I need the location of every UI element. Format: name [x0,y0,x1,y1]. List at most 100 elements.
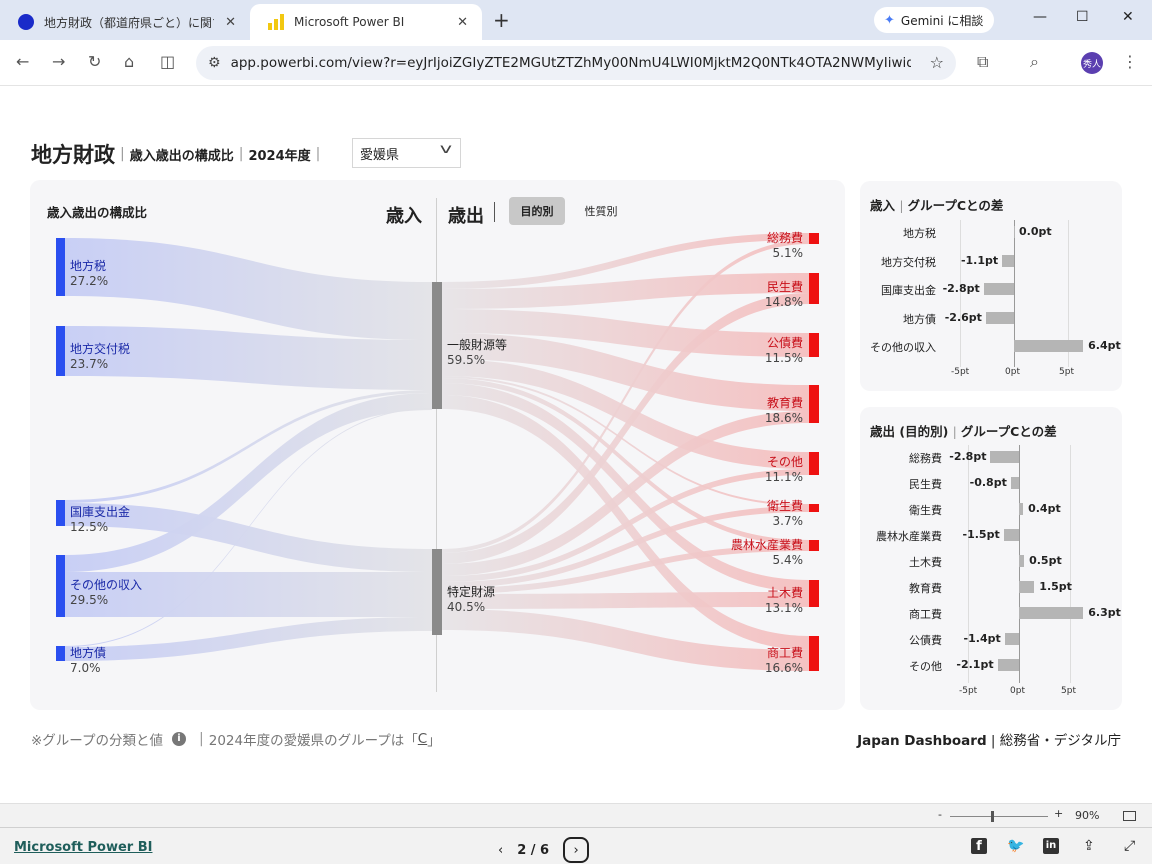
diff-bar[interactable] [1002,254,1014,267]
bar-category-label: 地方交付税 [881,255,936,269]
minimize-icon[interactable]: — [1033,9,1047,25]
bar-category-label: 総務費 [909,452,942,465]
site-favicon-icon [18,14,34,30]
bar-value-label: 6.4pt [1088,339,1121,352]
diff-bar[interactable] [1003,529,1019,541]
diff-bar[interactable] [1019,503,1024,515]
sankey-node-expenditure[interactable] [809,385,819,423]
sankey-node-expenditure[interactable] [809,233,819,244]
new-tab-icon[interactable]: + [493,8,510,32]
gemini-button[interactable]: ✦ Gemini に相談 [874,7,994,33]
twitter-icon[interactable]: 🐦 [1007,838,1024,854]
page-indicator: 2 / 6 [517,842,550,858]
sankey-label-name: 商工費 [766,646,803,660]
sankey-label-name: 総務費 [766,231,803,245]
group-link[interactable]: C [418,731,427,747]
sankey-chart [56,233,819,671]
diff-bar[interactable] [1004,633,1019,645]
linkedin-icon[interactable]: in [1043,838,1059,854]
bookmark-star-icon[interactable]: ☆ [930,53,944,72]
bar-value-label: -2.8pt [942,282,980,295]
diff-bar[interactable] [1014,226,1015,238]
zoom-slider[interactable] [950,816,1048,817]
prev-page-icon[interactable]: ‹ [498,843,503,858]
share-icon[interactable]: ⇪ [1083,838,1099,854]
sankey-node-middle[interactable] [432,549,442,635]
diff-bar[interactable] [990,451,1019,463]
sankey-node-expenditure[interactable] [809,504,819,512]
sankey-node-expenditure[interactable] [809,333,819,357]
sankey-node-revenue[interactable] [56,555,65,617]
diff-bar[interactable] [985,311,1014,324]
next-page-button[interactable]: › [563,837,590,863]
sankey-node-revenue[interactable] [56,500,65,526]
bar-value-label: 0.4pt [1028,502,1061,515]
address-bar: ← → ↻ ⌂ ◫ ⚙ app.powerbi.com/view?r=eyJrI… [0,40,1152,86]
year-label: 2024年度 [248,148,311,164]
diff-bar[interactable] [1019,607,1084,619]
title-separator: | [238,146,244,162]
sankey-label-name: 農林水産業費 [730,538,803,552]
sankey-node-expenditure[interactable] [809,452,819,475]
bar-value-label: 0.5pt [1029,554,1062,567]
prefecture-value: 愛媛県 [360,147,400,163]
diff-bar[interactable] [983,283,1014,295]
diff-bar[interactable] [1019,581,1035,593]
close-tab-icon[interactable]: ✕ [225,15,236,30]
menu-icon[interactable]: ⋮ [1122,52,1138,71]
zoom-out-button[interactable]: - [938,808,942,821]
url-field[interactable]: ⚙ app.powerbi.com/view?r=eyJrIjoiZGIyZTE… [196,46,956,80]
zoom-in-button[interactable]: + [1054,807,1063,820]
sankey-label: 教育費 18.6% [765,396,803,426]
sankey-label-name: その他 [766,455,803,469]
bar-value-label: -1.4pt [963,632,1001,645]
bar-category-label: 衛生費 [909,504,942,517]
powerbi-link[interactable]: Microsoft Power BI [14,840,152,855]
diff-bar[interactable] [997,659,1019,671]
prefecture-dropdown[interactable]: 愛媛県 v [352,138,461,168]
page-title: 地方財政 [31,143,115,167]
sankey-node-expenditure[interactable] [809,580,819,607]
sankey-label: 公債費 11.5% [765,336,803,366]
split-view-icon[interactable]: ◫ [160,52,175,71]
back-icon[interactable]: ← [16,52,29,71]
sankey-node-expenditure[interactable] [809,636,819,671]
sankey-node-expenditure[interactable] [809,540,819,551]
avatar[interactable]: 秀人 [1081,52,1103,74]
axis-tick-label: -5pt [959,686,978,696]
sankey-label-name: 国庫支出金 [70,505,131,519]
sankey-label: 民生費 14.8% [765,280,803,310]
facebook-icon[interactable]: f [971,838,987,854]
fit-page-icon[interactable] [1123,811,1136,821]
page-subtitle: 歳入歳出の構成比 [129,148,234,164]
home-icon[interactable]: ⌂ [124,52,134,71]
sankey-label-value: 23.7% [70,357,109,371]
browser-tab-1[interactable]: 地方財政（都道府県ごと）に関する ✕ [0,4,250,40]
close-tab-icon[interactable]: ✕ [457,15,468,30]
maximize-icon[interactable]: ☐ [1076,9,1089,25]
zoom-slider-thumb[interactable] [991,811,994,822]
sankey-node-revenue[interactable] [56,326,65,376]
fullscreen-icon[interactable]: ⤢ [1124,838,1140,854]
sankey-node-revenue[interactable] [56,238,65,296]
sankey-node-expenditure[interactable] [809,273,819,304]
browser-tab-2[interactable]: Microsoft Power BI ✕ [250,4,482,40]
close-window-icon[interactable]: ✕ [1122,9,1134,25]
tab-search-icon[interactable]: ⌕ [1030,52,1039,72]
sankey-label-name: 教育費 [766,396,803,410]
diff-bar[interactable] [1014,340,1084,352]
extensions-icon[interactable]: ⧉ [977,52,988,72]
forward-icon[interactable]: → [52,52,65,71]
diff-bar[interactable] [1010,477,1019,489]
axis-tick-label: -5pt [951,367,970,377]
diff-bar[interactable] [1019,555,1025,567]
site-info-icon[interactable]: ⚙ [208,55,221,71]
reload-icon[interactable]: ↻ [88,52,101,71]
sankey-label-name: 土木費 [766,586,803,600]
sankey-node-revenue[interactable] [56,646,65,661]
sankey-node-middle[interactable] [432,282,442,409]
footnote-separator: | [199,731,204,747]
info-icon[interactable]: i [172,732,187,746]
expenditure-diff-subtitle: グループCとの差 [960,424,1057,439]
sankey-label-name: 一般財源等 [447,338,508,352]
